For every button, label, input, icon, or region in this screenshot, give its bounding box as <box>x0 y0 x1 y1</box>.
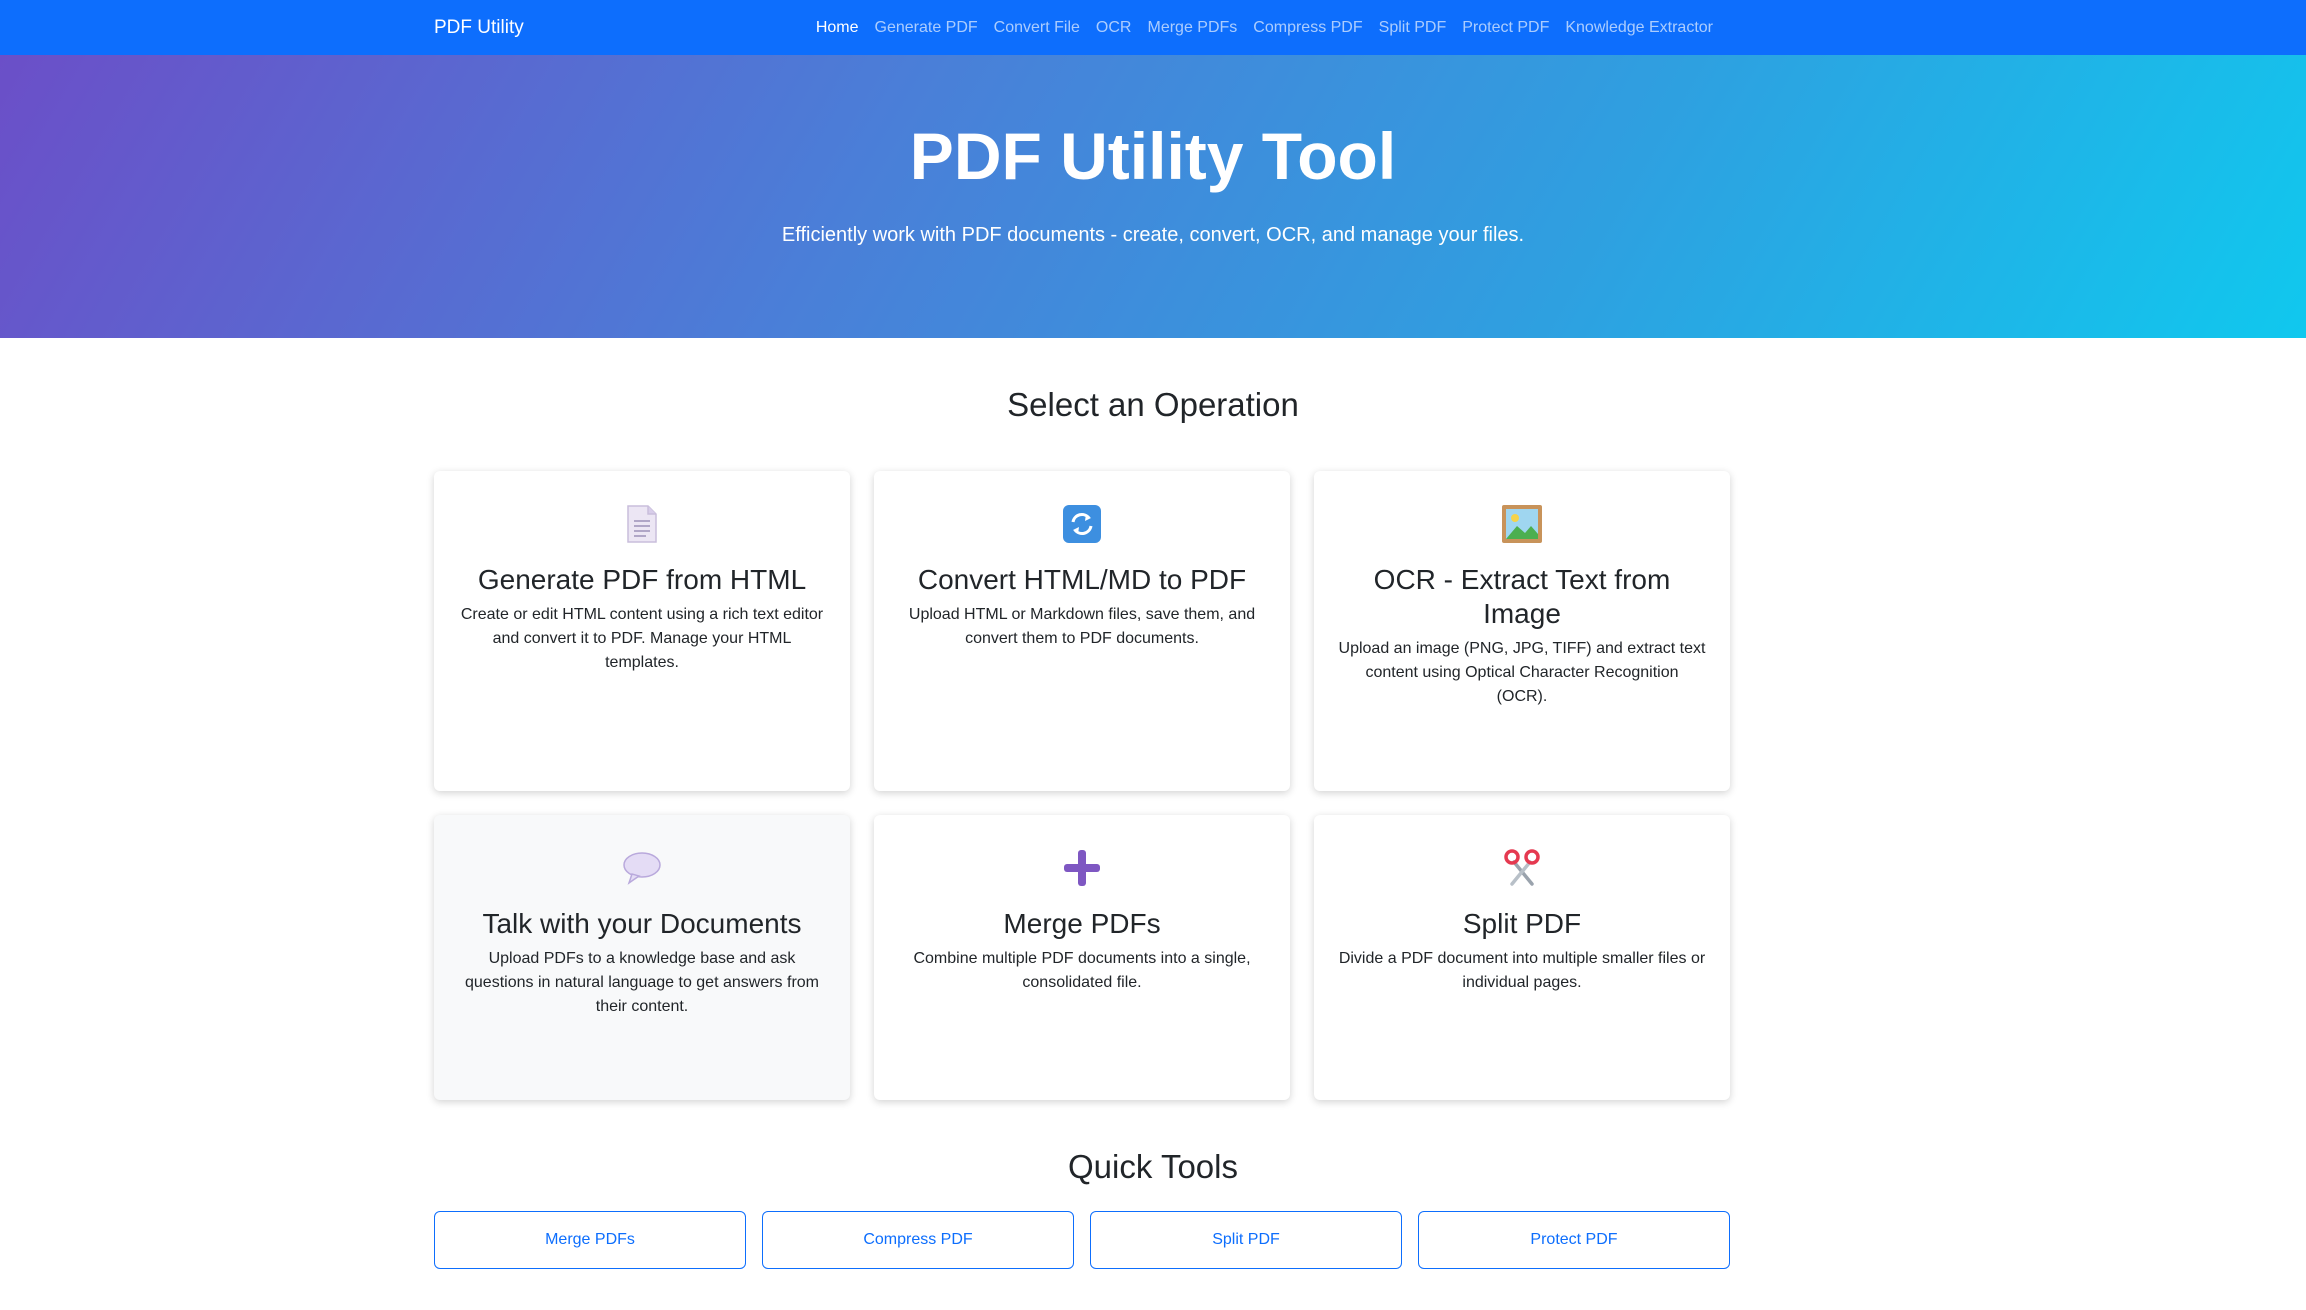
nav-links: Home Generate PDF Convert File OCR Merge… <box>808 0 1721 55</box>
hero-title: PDF Utility Tool <box>909 119 1397 193</box>
plus-icon <box>1061 847 1103 889</box>
top-navbar: PDF Utility Home Generate PDF Convert Fi… <box>0 0 2306 55</box>
card-description: Upload HTML or Markdown files, save them… <box>908 606 1256 647</box>
nav-link-protect-pdf[interactable]: Protect PDF <box>1454 19 1557 37</box>
card-title: Merge PDFs <box>1003 908 1161 939</box>
nav-link-home[interactable]: Home <box>808 19 867 37</box>
card-ocr[interactable]: OCR - Extract Text from Image Upload an … <box>1314 471 1730 791</box>
card-generate-pdf[interactable]: Generate PDF from HTML Create or edit HT… <box>434 471 850 791</box>
quick-tools-heading: Quick Tools <box>1068 1148 1238 1185</box>
nav-link-split-pdf[interactable]: Split PDF <box>1371 19 1455 37</box>
card-description: Upload PDFs to a knowledge base and ask … <box>465 950 819 1015</box>
nav-link-knowledge-extractor[interactable]: Knowledge Extractor <box>1557 19 1721 37</box>
card-description: Create or edit HTML content using a rich… <box>460 606 824 671</box>
card-title: Talk with your Documents <box>482 908 802 939</box>
refresh-icon <box>1061 503 1103 545</box>
card-title: Convert HTML/MD to PDF <box>917 564 1247 595</box>
card-title: Split PDF <box>1462 908 1582 939</box>
card-description: Combine multiple PDF documents into a si… <box>913 950 1251 991</box>
quick-merge-pdfs-button[interactable]: Merge PDFs <box>434 1211 746 1269</box>
nav-link-merge-pdfs[interactable]: Merge PDFs <box>1139 19 1245 37</box>
picture-icon <box>1501 503 1543 545</box>
card-title: Generate PDF from HTML <box>477 564 807 595</box>
hero-subtitle: Efficiently work with PDF documents - cr… <box>781 224 1525 246</box>
brand-link[interactable]: PDF Utility <box>434 0 524 55</box>
nav-link-compress-pdf[interactable]: Compress PDF <box>1245 19 1370 37</box>
scissors-icon <box>1501 847 1543 889</box>
hero-banner: PDF Utility Tool Efficiently work with P… <box>0 55 2306 338</box>
quick-protect-pdf-button[interactable]: Protect PDF <box>1418 1211 1730 1269</box>
operations-heading: Select an Operation <box>1007 386 1299 423</box>
quick-tools-row: Merge PDFs Compress PDF Split PDF Protec… <box>434 1211 1730 1269</box>
nav-link-convert-file[interactable]: Convert File <box>986 19 1088 37</box>
card-description: Upload an image (PNG, JPG, TIFF) and ext… <box>1338 640 1706 705</box>
card-convert-html-md[interactable]: Convert HTML/MD to PDF Upload HTML or Ma… <box>874 471 1290 791</box>
nav-link-ocr[interactable]: OCR <box>1088 19 1140 37</box>
card-description: Divide a PDF document into multiple smal… <box>1338 950 1706 991</box>
card-split-pdf[interactable]: Split PDF Divide a PDF document into mul… <box>1314 815 1730 1100</box>
speech-bubble-icon <box>621 847 663 889</box>
card-talk-with-documents[interactable]: Talk with your Documents Upload PDFs to … <box>434 815 850 1100</box>
nav-link-generate-pdf[interactable]: Generate PDF <box>867 19 986 37</box>
card-merge-pdfs[interactable]: Merge PDFs Combine multiple PDF document… <box>874 815 1290 1100</box>
operations-grid: Generate PDF from HTML Create or edit HT… <box>434 471 1730 1100</box>
document-icon <box>621 503 663 545</box>
quick-split-pdf-button[interactable]: Split PDF <box>1090 1211 1402 1269</box>
card-title: OCR - Extract Text from Image <box>1373 564 1671 629</box>
quick-compress-pdf-button[interactable]: Compress PDF <box>762 1211 1074 1269</box>
